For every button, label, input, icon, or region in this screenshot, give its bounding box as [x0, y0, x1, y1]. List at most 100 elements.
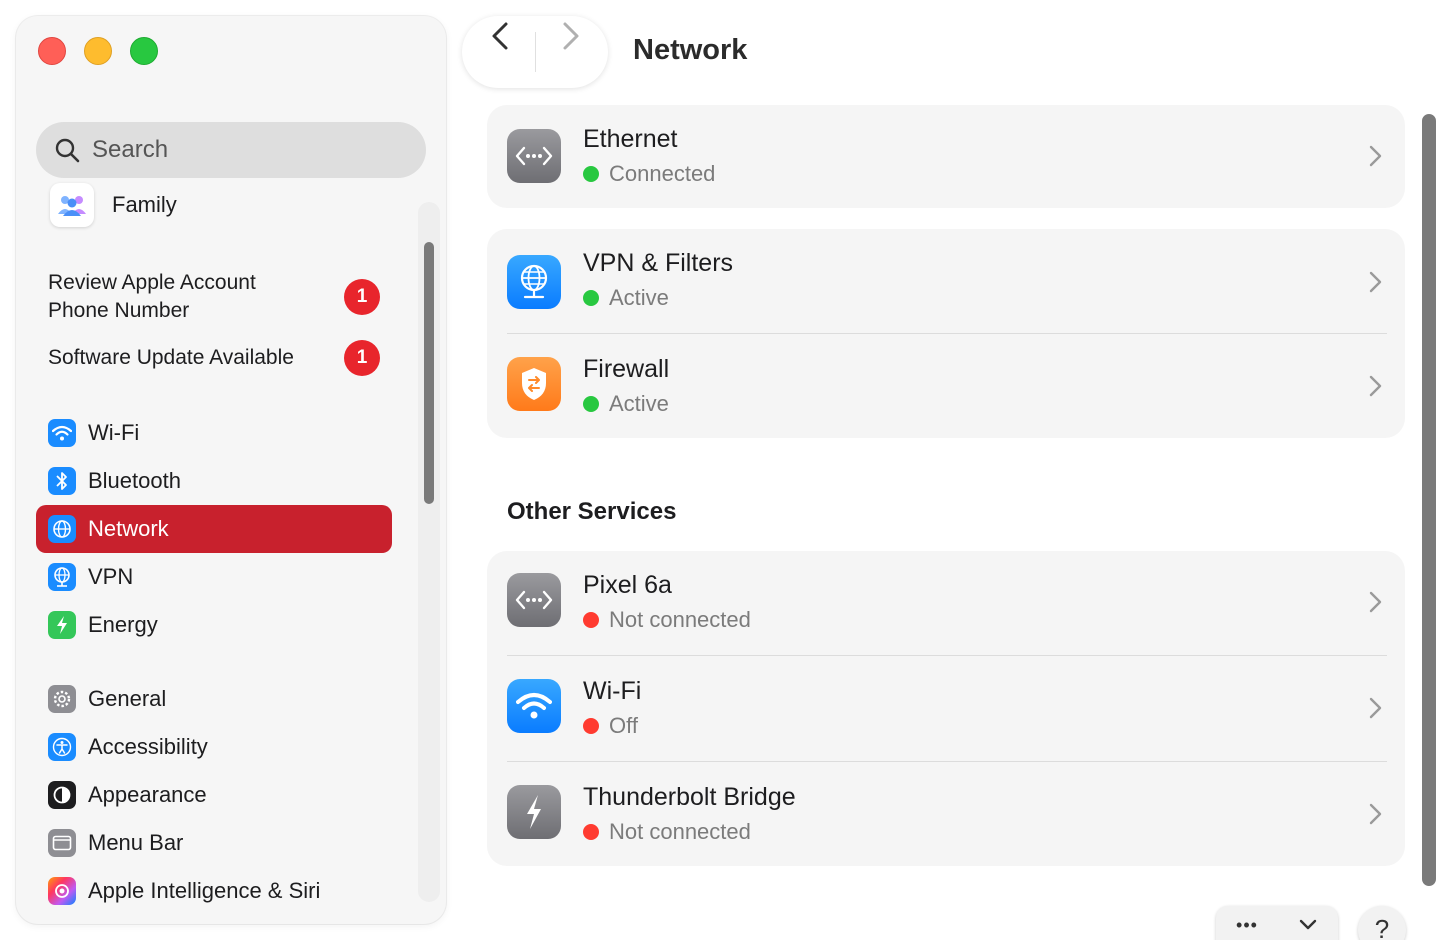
notice-software-update[interactable]: Software Update Available [48, 344, 294, 372]
notice-review-apple-account[interactable]: Review Apple Account Phone Number [48, 269, 256, 325]
sidebar-item-vpn[interactable]: VPN [36, 553, 392, 601]
ethernet-icon [507, 573, 561, 627]
wifi-icon [507, 679, 561, 733]
gear-icon [48, 685, 76, 713]
service-status: Not connected [583, 819, 751, 845]
sidebar-item-bluetooth[interactable]: Bluetooth [36, 457, 392, 505]
chevron-right-icon [1369, 375, 1382, 397]
service-status: Active [583, 391, 669, 417]
chevron-right-icon [1369, 697, 1382, 719]
service-status: Not connected [583, 607, 751, 633]
service-name: Pixel 6a [583, 571, 672, 599]
globe-icon [48, 515, 76, 543]
row-divider [507, 333, 1387, 334]
firewall-icon [507, 357, 561, 411]
service-row-wifi[interactable]: Wi-Fi Off [487, 657, 1405, 763]
search-placeholder: Search [92, 136, 169, 163]
sidebar-item-label: Wi-Fi [88, 420, 140, 445]
other-services-card: Pixel 6a Not connected Wi-Fi Off Thunder… [487, 551, 1405, 866]
status-dot-off [583, 718, 599, 734]
row-divider [507, 761, 1387, 762]
chevron-right-icon [563, 22, 579, 50]
service-status: Connected [583, 161, 715, 187]
notice-line-2: Phone Number [48, 299, 190, 322]
service-card-security: VPN & Filters Active Firewall Active [487, 229, 1405, 438]
sidebar-item-menu-bar[interactable]: Menu Bar [36, 819, 392, 867]
sidebar-item-label: Accessibility [88, 734, 208, 759]
sidebar-item-energy[interactable]: Energy [36, 601, 392, 649]
service-status-label: Active [609, 391, 669, 416]
vpn-globe-icon [48, 563, 76, 591]
thunderbolt-icon [507, 785, 561, 839]
sidebar-item-label: Appearance [88, 782, 207, 807]
ellipsis-icon: ••• [1236, 914, 1258, 935]
navigation-divider [535, 32, 536, 72]
chevron-right-icon [1369, 145, 1382, 167]
search-field[interactable]: Search [36, 122, 426, 178]
close-window-button[interactable] [38, 37, 66, 65]
service-status: Active [583, 285, 669, 311]
service-status-label: Not connected [609, 607, 751, 632]
minimize-window-button[interactable] [84, 37, 112, 65]
family-icon [50, 183, 94, 227]
sidebar-item-accessibility[interactable]: Accessibility [36, 723, 392, 771]
service-row-vpn-filters[interactable]: VPN & Filters Active [487, 229, 1405, 335]
row-divider [507, 655, 1387, 656]
sidebar-item-wifi[interactable]: Wi-Fi [36, 409, 392, 457]
chevron-down-icon [1299, 919, 1317, 930]
sidebar-item-label: VPN [88, 564, 134, 589]
notice-label: Software Update Available [48, 346, 294, 369]
appearance-icon [48, 781, 76, 809]
energy-bolt-icon [48, 611, 76, 639]
status-dot-active [583, 290, 599, 306]
service-status: Off [583, 713, 638, 739]
service-card-ethernet: Ethernet Connected [487, 105, 1405, 208]
status-dot-not-connected [583, 824, 599, 840]
service-row-firewall[interactable]: Firewall Active [487, 335, 1405, 441]
zoom-window-button[interactable] [130, 37, 158, 65]
chevron-right-icon [1369, 591, 1382, 613]
forward-button[interactable] [553, 18, 589, 54]
status-dot-connected [583, 166, 599, 182]
vpn-filters-icon [507, 255, 561, 309]
service-name: Firewall [583, 355, 670, 383]
bluetooth-icon [48, 467, 76, 495]
service-status-label: Not connected [609, 819, 751, 844]
sidebar-item-label: Apple Intelligence & Siri [88, 878, 321, 903]
sidebar-item-label: Bluetooth [88, 468, 181, 493]
service-row-pixel-6a[interactable]: Pixel 6a Not connected [487, 551, 1405, 657]
sidebar-item-label: General [88, 686, 167, 711]
main-scrollbar-thumb[interactable] [1418, 110, 1440, 890]
settings-window: Search Family Review Apple Account Phone… [0, 0, 1446, 940]
sidebar-item-appearance[interactable]: Appearance [36, 771, 392, 819]
sidebar-item-apple-intelligence-siri[interactable]: Apple Intelligence & Siri [36, 867, 392, 915]
help-button[interactable]: ? [1358, 906, 1406, 940]
service-row-ethernet[interactable]: Ethernet Connected [487, 105, 1405, 208]
back-button[interactable] [482, 18, 518, 54]
family-label: Family [112, 192, 177, 217]
wifi-icon [48, 419, 76, 447]
menu-bar-icon [48, 829, 76, 857]
service-status-label: Connected [609, 161, 716, 186]
service-row-thunderbolt-bridge[interactable]: Thunderbolt Bridge Not connected [487, 763, 1405, 869]
sidebar-item-label: Network [88, 516, 169, 541]
more-actions-menu-button[interactable]: ••• [1216, 906, 1338, 940]
sidebar-item-general[interactable]: General [36, 675, 392, 723]
status-dot-active [583, 396, 599, 412]
service-status-label: Off [609, 713, 638, 738]
service-status-label: Active [609, 285, 669, 310]
sidebar-item-family[interactable]: Family [50, 183, 177, 227]
sidebar-item-label: Energy [88, 612, 158, 637]
accessibility-icon [48, 733, 76, 761]
sidebar-scrollbar-thumb[interactable] [418, 236, 440, 510]
chevron-right-icon [1369, 271, 1382, 293]
page-title: Network [633, 34, 748, 66]
notice-line-1: Review Apple Account [48, 271, 256, 294]
other-services-heading: Other Services [507, 498, 677, 525]
service-name: Ethernet [583, 125, 678, 153]
sidebar-item-network[interactable]: Network [36, 505, 392, 553]
notification-badge: 1 [344, 340, 380, 376]
ethernet-icon [507, 129, 561, 183]
notification-badge: 1 [344, 279, 380, 315]
service-name: Thunderbolt Bridge [583, 783, 796, 811]
